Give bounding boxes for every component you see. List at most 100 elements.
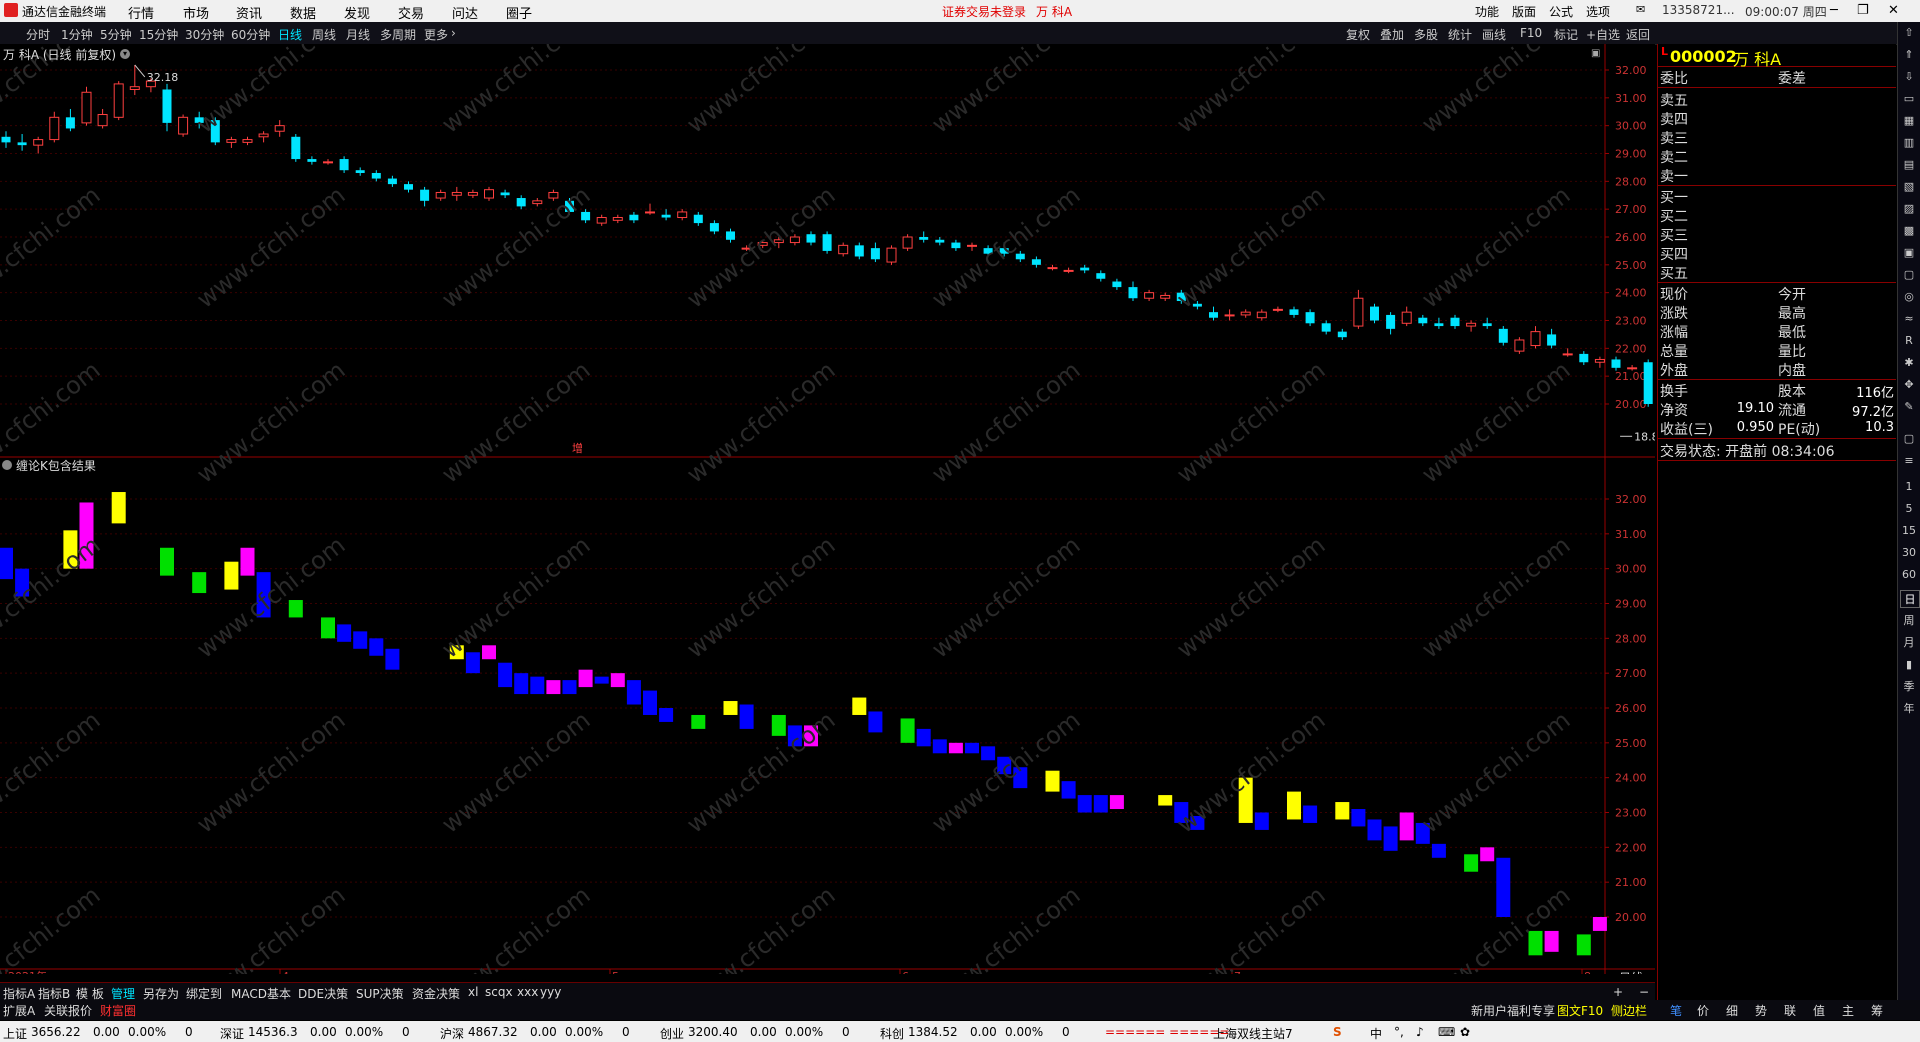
menu-trade[interactable]: 交易 [398,3,424,22]
maximize-icon[interactable]: ❐ [1857,3,1869,18]
tab-related-quotes[interactable]: 关联报价 [44,1002,92,1019]
grid-icon[interactable]: ▦ [1900,114,1918,127]
tool-add-watchlist[interactable]: +自选 [1586,26,1620,43]
f10-link[interactable]: 图文F10 [1557,1002,1603,1019]
menu-options[interactable]: 选项 [1586,3,1610,20]
list-icon[interactable]: ▩ [1900,224,1918,237]
menu-quote[interactable]: 行情 [128,3,154,22]
chevron-down-icon[interactable]: ▾ [120,49,130,59]
tool-multi-stock[interactable]: 多股 [1414,26,1438,43]
menu-circle[interactable]: 圈子 [506,3,532,22]
period-tab-weekly[interactable]: 周线 [312,26,336,43]
tab-yyy[interactable]: yyy [540,985,561,999]
more-arrow-icon[interactable]: › [451,26,456,40]
tool-back[interactable]: 返回 [1626,26,1650,43]
zoom-in-button[interactable]: + [1613,985,1623,999]
tab-xi[interactable]: 细 [1726,1002,1738,1019]
close-icon[interactable]: ✕ [1888,3,1899,18]
tab-jia[interactable]: 价 [1697,1002,1709,1019]
trade-login-notice[interactable]: 证券交易未登录 [942,3,1026,20]
tab-chou[interactable]: 筹 [1871,1002,1883,1019]
tool-mark[interactable]: 标记 [1554,26,1578,43]
table-icon[interactable]: ▨ [1900,202,1918,215]
menu-market[interactable]: 市场 [183,3,209,22]
period-tab-fenshi[interactable]: 分时 [26,26,50,43]
window-icon[interactable]: ▭ [1900,92,1918,105]
menu-info[interactable]: 资讯 [236,3,262,22]
cycle-month[interactable]: 月 [1900,634,1918,650]
new-user-promo[interactable]: 新用户福利专享 [1471,1002,1555,1019]
sidebar-toggle[interactable]: 侧边栏 [1611,1002,1647,1019]
index-name[interactable]: 科创 [880,1025,904,1042]
tool-fuquan[interactable]: 复权 [1346,26,1370,43]
tab-extension-a[interactable]: 扩展A [3,1002,35,1019]
punctuation-icon[interactable]: °, [1394,1025,1404,1039]
rsi-icon[interactable]: R [1900,334,1918,347]
wave-icon[interactable]: ≈ [1900,312,1918,325]
tool-draw[interactable]: 画线 [1482,26,1506,43]
tab-xl[interactable]: xl [468,985,478,999]
tool-stats[interactable]: 统计 [1448,26,1472,43]
keyboard-icon[interactable]: ⌨ [1438,1025,1455,1039]
tab-wealth-circle[interactable]: 财富圈 [100,1002,136,1019]
ime-chinese-icon[interactable]: 中 [1370,1025,1382,1042]
tool-f10[interactable]: F10 [1520,26,1542,40]
menu-function[interactable]: 功能 [1475,3,1499,20]
cycle-30[interactable]: 30 [1900,546,1918,559]
report-icon[interactable]: ▧ [1900,180,1918,193]
arrow-up2-icon[interactable]: ⇑ [1900,48,1918,61]
tab-scqx[interactable]: scqx [485,985,513,999]
index-name[interactable]: 创业 [660,1025,684,1042]
cycle-week[interactable]: 周 [1900,612,1918,628]
tool-overlay[interactable]: 叠加 [1380,26,1404,43]
cycle-15[interactable]: 15 [1900,524,1918,537]
period-tab-daily[interactable]: 日线 [278,26,302,43]
target-icon[interactable]: ◎ [1900,290,1918,303]
period-tab-15min[interactable]: 15分钟 [139,26,178,43]
panel-toggle-icon[interactable]: ▣ [1591,48,1600,59]
ime-logo-icon[interactable]: S [1333,1025,1342,1039]
menu-icon[interactable]: ≡ [1900,454,1918,467]
chart-icon[interactable]: ▥ [1900,136,1918,149]
doc-icon[interactable]: ▣ [1900,246,1918,259]
tab-shi[interactable]: 势 [1755,1002,1767,1019]
fs-icon[interactable]: ▢ [1900,268,1918,281]
minimize-icon[interactable]: ─ [1830,3,1838,18]
tab-bi[interactable]: 笔 [1670,1002,1682,1019]
server-name[interactable]: 上海双线主站7 [1213,1025,1293,1042]
menu-discover[interactable]: 发现 [344,3,370,22]
tab-zhi[interactable]: 值 [1813,1002,1825,1019]
tab-zhu[interactable]: 主 [1842,1002,1854,1019]
period-tab-1min[interactable]: 1分钟 [61,26,93,43]
period-tab-30min[interactable]: 30分钟 [185,26,224,43]
menu-data[interactable]: 数据 [290,3,316,22]
period-tab-60min[interactable]: 60分钟 [231,26,270,43]
zoom-out-button[interactable]: − [1639,985,1649,999]
cycle-5[interactable]: 5 [1900,502,1918,515]
period-tab-monthly[interactable]: 月线 [346,26,370,43]
cycle-day[interactable]: 日 [1900,590,1920,608]
fs-small-icon[interactable]: ▢ [1900,432,1918,445]
index-name[interactable]: 上证 [3,1025,27,1042]
cycle-season[interactable]: 季 [1900,678,1918,694]
period-tab-5min[interactable]: 5分钟 [100,26,132,43]
period-tab-more[interactable]: 更多 [424,26,448,43]
index-name[interactable]: 深证 [220,1025,244,1042]
move-icon[interactable]: ✥ [1900,378,1918,391]
cycle-1[interactable]: 1 [1900,480,1918,493]
cycle-year[interactable]: 年 [1900,700,1918,716]
microphone-icon[interactable]: ♪ [1416,1025,1424,1039]
line-chart-icon[interactable]: ▤ [1900,158,1918,171]
skin-icon[interactable]: ✿ [1460,1025,1470,1039]
indicator-menu-icon[interactable] [2,460,12,470]
settings-icon[interactable]: ✱ [1900,356,1918,369]
arrow-down-icon[interactable]: ⇩ [1900,70,1918,83]
index-name[interactable]: 沪深 [440,1025,464,1042]
period-tab-multi[interactable]: 多周期 [380,26,416,43]
menu-layout[interactable]: 版面 [1512,3,1536,20]
arrow-up-icon[interactable]: ⇧ [1900,26,1918,39]
tab-xxx[interactable]: xxx [517,985,538,999]
scrollbar-handle[interactable]: ▮ [1900,658,1918,671]
tab-lian[interactable]: 联 [1784,1002,1796,1019]
kline-chart-area[interactable]: 32.00 31.00 30.00 29.00 28.00 27.00 26.00 25.00… [0,44,1655,974]
